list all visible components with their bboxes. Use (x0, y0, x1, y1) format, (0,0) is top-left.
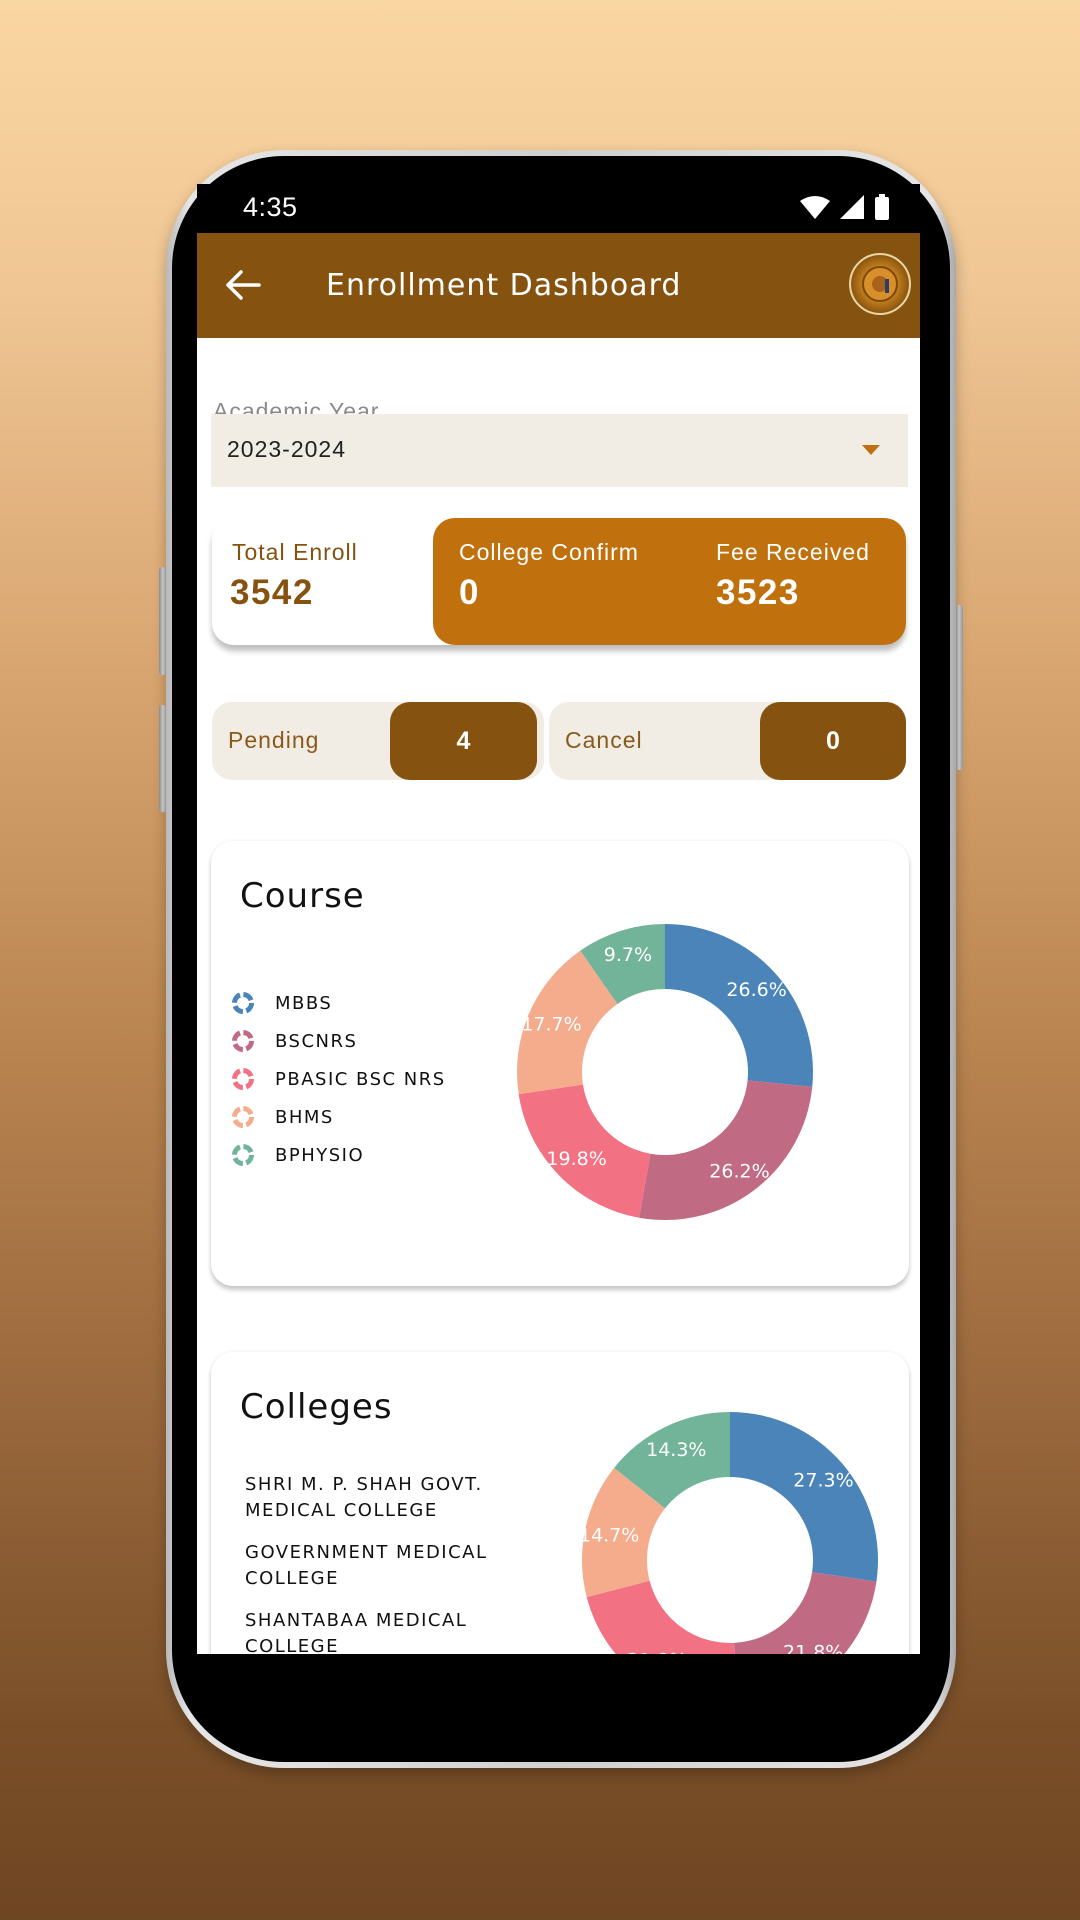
slice-label-4: 14.7% (579, 1524, 639, 1546)
confirm-fee-card: College Confirm 0 Fee Received 3523 (433, 518, 906, 645)
cancel-count[interactable]: 0 (760, 702, 906, 780)
slice-label-5: 14.3% (646, 1439, 706, 1461)
cellular-signal-icon (840, 195, 864, 219)
slice-label-1: 27.3% (793, 1469, 853, 1491)
donut-slice-3[interactable] (586, 1580, 738, 1654)
donut-slice-1[interactable] (665, 924, 813, 1087)
academic-year-dropdown[interactable]: 2023-2024 (211, 414, 908, 487)
university-logo (849, 253, 911, 315)
donut-slice-2[interactable] (639, 1080, 813, 1220)
seal-icon (862, 266, 898, 302)
caret-down-icon (862, 445, 880, 455)
wifi-icon (800, 196, 830, 219)
college-confirm-label: College Confirm (459, 539, 639, 565)
arrow-left-icon[interactable] (225, 269, 261, 301)
slice-label-3: 19.8% (546, 1148, 606, 1170)
status-bar: 4:35 (197, 184, 920, 233)
donut-slice-1[interactable] (730, 1412, 878, 1582)
fee-received-value: 3523 (716, 573, 800, 612)
slice-label-4: 17.7% (521, 1013, 581, 1035)
pending-label: Pending (228, 727, 320, 753)
status-icons (800, 194, 890, 220)
page-title: Enrollment Dashboard (326, 268, 682, 303)
fee-received-label: Fee Received (716, 539, 870, 565)
slice-label-2: 26.2% (709, 1161, 769, 1183)
pending-count[interactable]: 4 (390, 702, 537, 780)
colleges-donut-chart: 27.3%21.8%21.8%14.7%14.3% (579, 1412, 878, 1654)
total-enroll-value: 3542 (230, 573, 314, 612)
power-button[interactable] (955, 605, 963, 770)
course-chart-card: Course MBBS BSCNRS PBASIC BSC NRS BHMS B… (211, 841, 909, 1286)
college-confirm-value: 0 (459, 573, 480, 612)
status-time: 4:35 (243, 192, 298, 222)
slice-label-5: 9.7% (604, 944, 652, 966)
slice-label-1: 26.6% (726, 979, 786, 1001)
course-donut-chart: 26.6% 26.2% 19.8% 17.7% 9.7% (517, 924, 813, 1220)
academic-year-value: 2023-2024 (227, 436, 346, 462)
slice-label-2: 21.8% (783, 1641, 843, 1654)
app-bar: Enrollment Dashboard (197, 233, 920, 338)
total-enroll-label: Total Enroll (232, 539, 358, 565)
cancel-label: Cancel (565, 727, 643, 753)
battery-icon (875, 194, 889, 220)
phone-screen: 4:35 Enrollment Dashboard Academic Year … (197, 184, 920, 1654)
colleges-chart-card: Colleges SHRI M. P. SHAH GOVT. MEDICAL C… (211, 1352, 909, 1654)
